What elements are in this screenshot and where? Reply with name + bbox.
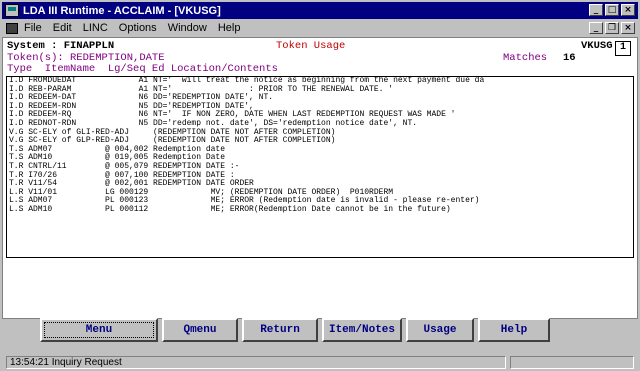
return-button[interactable]: Return <box>242 318 318 342</box>
screen-title: Token Usage <box>276 40 346 52</box>
menu-file[interactable]: File <box>24 22 42 34</box>
status-text: 13:54:21 Inquiry Request <box>6 356 506 369</box>
maximize-button[interactable]: □ <box>605 4 619 16</box>
minimize-button[interactable]: _ <box>589 4 603 16</box>
system-label: System : FINAPPLN <box>7 40 115 52</box>
qmenu-button[interactable]: Qmenu <box>162 318 238 342</box>
app-icon[interactable] <box>5 4 19 17</box>
list-item[interactable]: L.S ADM10 PL 000112 ME; ERROR(Redemption… <box>7 205 633 215</box>
document-icon[interactable] <box>6 22 18 34</box>
matches-value: 16 <box>563 52 576 64</box>
item-notes-button[interactable]: Item/Notes <box>322 318 402 342</box>
screen-id: VKUSG <box>581 40 613 52</box>
function-button-row: Menu Qmenu Return Item/Notes Usage Help <box>40 318 550 342</box>
menu-button[interactable]: Menu <box>40 318 158 342</box>
column-headers: Type ItemName Lg/Seq Ed Location/Content… <box>7 63 278 75</box>
window-title: LDA III Runtime - ACCLAIM - [VKUSG] <box>23 4 221 17</box>
menu-bar: File Edit LINC Options Window Help _ ❐ × <box>2 20 638 36</box>
matches-label: Matches <box>503 52 548 64</box>
usage-button[interactable]: Usage <box>406 318 474 342</box>
menu-options[interactable]: Options <box>119 22 157 34</box>
terminal-screen: System : FINAPPLN Token Usage VKUSG 1 To… <box>2 37 638 319</box>
results-list[interactable]: I.D FROMDUEDAT A1 NT=' will treat the no… <box>6 76 634 258</box>
mdi-restore-button[interactable]: ❐ <box>605 22 619 34</box>
page-number: 1 <box>615 41 631 56</box>
title-bar[interactable]: LDA III Runtime - ACCLAIM - [VKUSG] _ □ … <box>2 2 638 19</box>
menu-edit[interactable]: Edit <box>53 22 72 34</box>
status-panel <box>510 356 634 369</box>
help-button[interactable]: Help <box>478 318 550 342</box>
close-button[interactable]: × <box>621 4 635 16</box>
menu-help[interactable]: Help <box>218 22 241 34</box>
status-bar: 13:54:21 Inquiry Request <box>2 356 638 370</box>
application-window: LDA III Runtime - ACCLAIM - [VKUSG] _ □ … <box>0 0 640 371</box>
mdi-minimize-button[interactable]: _ <box>589 22 603 34</box>
mdi-close-button[interactable]: × <box>621 22 635 34</box>
menu-linc[interactable]: LINC <box>83 22 108 34</box>
menu-window[interactable]: Window <box>168 22 207 34</box>
